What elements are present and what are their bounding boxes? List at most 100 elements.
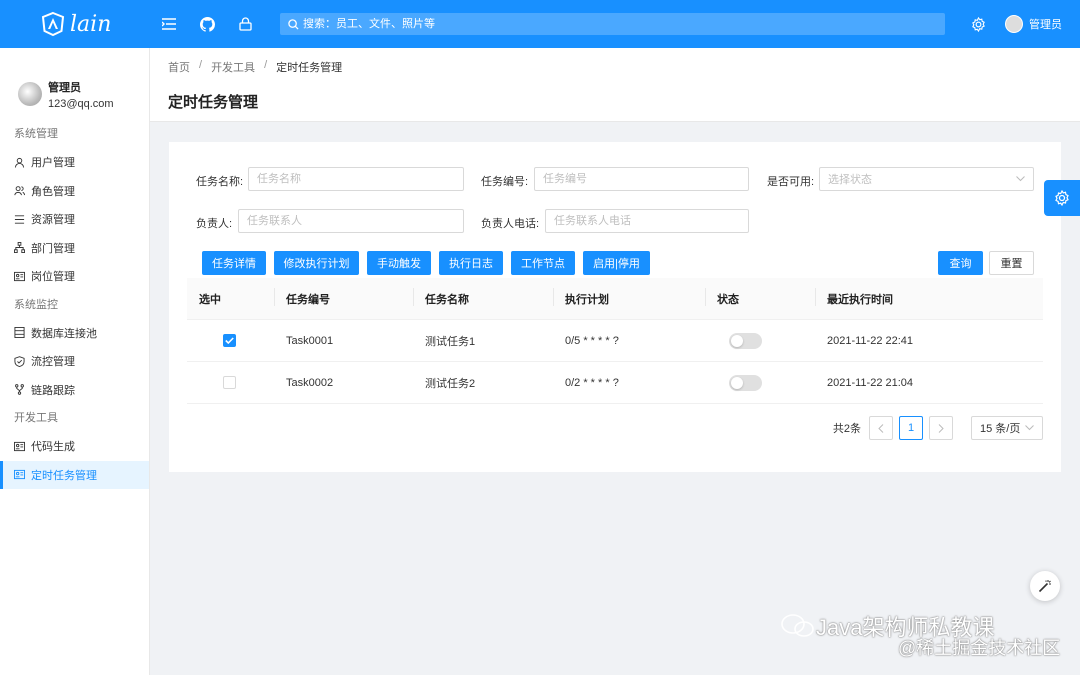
- task-code-cell: Task0002: [286, 376, 334, 389]
- sidebar-item-db-pool[interactable]: 数据库连接池: [0, 319, 149, 348]
- cron-cell: 0/5 * * * * ?: [565, 334, 619, 347]
- sidebar-item-label: 代码生成: [31, 441, 75, 454]
- task-code-input[interactable]: [534, 167, 749, 191]
- execution-log-button[interactable]: 执行日志: [439, 251, 503, 275]
- status-toggle[interactable]: [729, 374, 762, 391]
- task-name-label: 任务名称:: [196, 176, 244, 188]
- magic-wand-button[interactable]: [1030, 571, 1060, 601]
- enabled-select[interactable]: 选择状态: [819, 167, 1034, 191]
- sidebar-item-resources[interactable]: 资源管理: [0, 205, 149, 234]
- breadcrumb-separator: /: [264, 59, 268, 71]
- owner-label: 负责人:: [196, 218, 233, 230]
- search-icon: [288, 18, 299, 30]
- watermark-line2: @稀土掘金技术社区: [898, 638, 1061, 658]
- chevron-down-icon: [1025, 425, 1034, 431]
- avatar: [1005, 15, 1023, 33]
- row-checkbox[interactable]: [223, 376, 236, 389]
- settings-gear-icon[interactable]: [959, 0, 997, 48]
- users-icon: [14, 186, 25, 196]
- angular-shield-icon: [41, 11, 65, 37]
- global-search[interactable]: [280, 13, 945, 35]
- page-number-button[interactable]: 1: [899, 416, 923, 440]
- sidebar-user: 管理员 123@qq.com: [0, 48, 149, 120]
- prev-page-button[interactable]: [869, 416, 893, 440]
- breadcrumb-home[interactable]: 首页: [168, 59, 190, 75]
- status-toggle[interactable]: [729, 332, 762, 349]
- status-cell: [717, 374, 827, 391]
- sidebar-item-tracing[interactable]: 链路跟踪: [0, 376, 149, 405]
- task-card: 任务名称: 任务编号: 是否可用: 选择状态 负责人: 负责人电话: 任务详情 …: [169, 142, 1061, 472]
- task-code-label: 任务编号:: [481, 176, 529, 188]
- owner-input[interactable]: [238, 209, 464, 233]
- shield-icon: [14, 355, 25, 367]
- list-icon: [14, 215, 25, 224]
- sidebar-item-flow-control[interactable]: 流控管理: [0, 347, 149, 376]
- manual-trigger-button[interactable]: 手动触发: [367, 251, 431, 275]
- menu-group-title: 系统管理: [14, 128, 58, 140]
- table-header: 选中 任务编号 任务名称 执行计划 状态 最近执行时间: [187, 278, 1043, 320]
- pagination-total: 共2条: [832, 423, 861, 435]
- worker-nodes-button[interactable]: 工作节点: [511, 251, 575, 275]
- task-detail-button[interactable]: 任务详情: [202, 251, 266, 275]
- sidebar-item-label: 定时任务管理: [31, 469, 97, 482]
- sidebar-item-roles[interactable]: 角色管理: [0, 177, 149, 206]
- sidebar: 管理员 123@qq.com 系统管理 用户管理 角色管理 资源管理 部门管理 …: [0, 48, 150, 675]
- sidebar-item-label: 岗位管理: [31, 271, 75, 284]
- table-row[interactable]: Task0002 测试任务2 0/2 * * * * ? 2021-11-22 …: [187, 362, 1043, 404]
- theme-settings-button[interactable]: [1044, 180, 1080, 216]
- column-header-status: 状态: [705, 287, 827, 307]
- sidebar-item-label: 链路跟踪: [31, 384, 75, 397]
- chevron-right-icon: [938, 423, 944, 433]
- column-header-last-run: 最近执行时间: [815, 287, 1027, 307]
- task-table: 选中 任务编号 任务名称 执行计划 状态 最近执行时间 Task0001 测试任…: [187, 278, 1043, 404]
- sidebar-item-positions[interactable]: 岗位管理: [0, 262, 149, 291]
- gear-icon: [1055, 190, 1069, 206]
- row-checkbox[interactable]: [223, 334, 236, 347]
- enable-disable-button[interactable]: 启用|停用: [583, 251, 650, 275]
- status-cell: [717, 332, 827, 349]
- next-page-button[interactable]: [929, 416, 953, 440]
- task-name-cell: 测试任务2: [425, 377, 476, 390]
- github-icon[interactable]: [188, 0, 226, 48]
- breadcrumb: 首页 / 开发工具 / 定时任务管理: [168, 59, 1080, 75]
- user-icon: [14, 157, 25, 168]
- pagination: 共2条 1 15 条/页: [833, 416, 1043, 440]
- header-user-name: 管理员: [1029, 19, 1062, 31]
- cron-cell: 0/2 * * * * ?: [565, 376, 619, 389]
- reset-button[interactable]: 重置: [989, 251, 1034, 275]
- top-header: lain 管理员: [0, 0, 1080, 48]
- breadcrumb-devtools[interactable]: 开发工具: [211, 59, 255, 75]
- sidebar-user-email: 123@qq.com: [48, 97, 114, 110]
- row-select-cell: [187, 334, 286, 347]
- database-icon: [14, 327, 25, 339]
- sidebar-item-scheduled-tasks[interactable]: 定时任务管理: [0, 460, 149, 489]
- breadcrumb-current: 定时任务管理: [276, 62, 343, 74]
- enabled-select-placeholder: 选择状态: [828, 174, 872, 186]
- search-input[interactable]: [303, 18, 703, 30]
- query-button[interactable]: 查询: [938, 251, 983, 275]
- logo-text: lain: [70, 11, 112, 37]
- page-size-select[interactable]: 15 条/页: [971, 416, 1043, 440]
- sidebar-item-label: 角色管理: [31, 185, 75, 198]
- menu-group-title: 系统监控: [14, 298, 58, 311]
- sidebar-item-label: 流控管理: [31, 356, 75, 369]
- menu-collapse-icon[interactable]: [150, 0, 188, 48]
- page-header: 首页 / 开发工具 / 定时任务管理 定时任务管理: [150, 48, 1080, 122]
- owner-phone-input[interactable]: [545, 209, 749, 233]
- column-header-code: 任务编号: [274, 287, 425, 307]
- table-row[interactable]: Task0001 测试任务1 0/5 * * * * ? 2021-11-22 …: [187, 320, 1043, 362]
- logo[interactable]: lain: [0, 0, 150, 48]
- sidebar-item-departments[interactable]: 部门管理: [0, 234, 149, 263]
- header-right: 管理员: [959, 0, 1080, 48]
- task-name-input[interactable]: [248, 167, 464, 191]
- sidebar-item-codegen[interactable]: 代码生成: [0, 432, 149, 461]
- last-run-cell: 2021-11-22 21:04: [827, 376, 914, 389]
- column-header-cron: 执行计划: [553, 287, 717, 307]
- edit-schedule-button[interactable]: 修改执行计划: [274, 251, 359, 275]
- lock-icon[interactable]: [226, 0, 264, 48]
- sidebar-item-users[interactable]: 用户管理: [0, 148, 149, 177]
- page-title: 定时任务管理: [168, 94, 259, 111]
- header-user-menu[interactable]: 管理员: [997, 15, 1080, 33]
- sidebar-item-label: 数据库连接池: [31, 327, 97, 340]
- owner-phone-label: 负责人电话:: [481, 218, 540, 230]
